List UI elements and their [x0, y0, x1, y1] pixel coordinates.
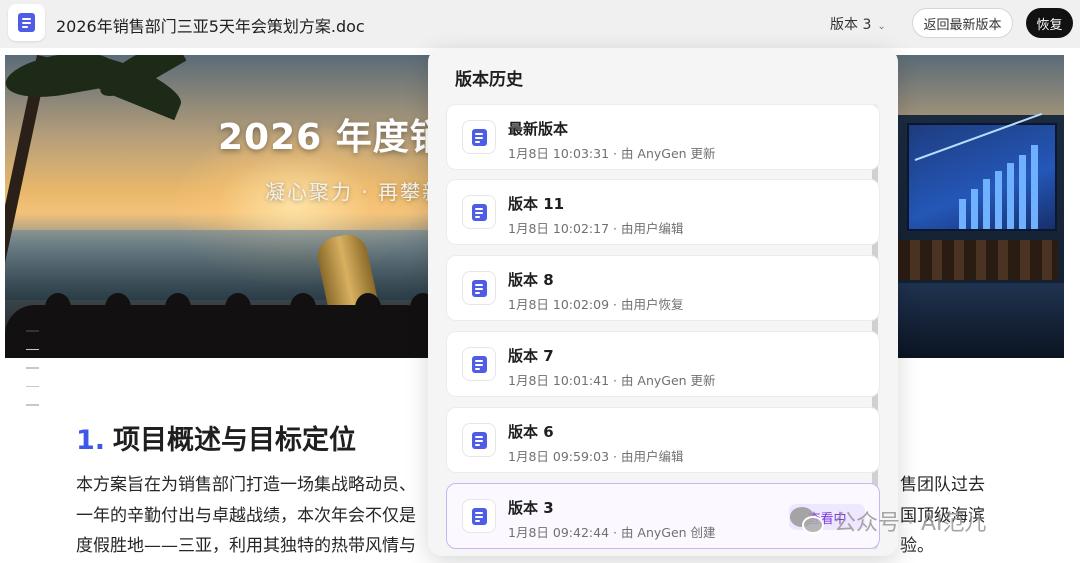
hero-title: 2026 年度销 [218, 117, 447, 158]
version-item[interactable]: 最新版本 1月8日 10:03:31 · 由 AnyGen 更新 [446, 104, 880, 170]
outline-tick[interactable] [26, 385, 39, 387]
paragraph-line: 度假胜地——三亚，利用其独特的热带风情与 [76, 536, 416, 556]
version-history-panel: 版本历史 最新版本 1月8日 10:03:31 · 由 AnyGen 更新 版本… [428, 48, 898, 556]
watermark: 公众号 · AI范儿 [790, 503, 987, 539]
version-name: 版本 7 [508, 347, 554, 365]
document-title: 2026年销售部门三亚5天年会策划方案.doc [56, 17, 365, 36]
version-selector-label: 版本 3 [830, 17, 872, 33]
document-icon [462, 499, 496, 533]
stage-screen [907, 112, 1057, 231]
outline-tick[interactable] [26, 330, 39, 332]
wechat-icon [790, 504, 824, 538]
restore-button[interactable]: 恢复 [1026, 8, 1073, 38]
version-item[interactable]: 版本 7 1月8日 10:01:41 · 由 AnyGen 更新 [446, 331, 880, 397]
return-latest-button[interactable]: 返回最新版本 [912, 8, 1013, 38]
document-icon [462, 271, 496, 305]
document-icon [8, 4, 45, 41]
outline-tick[interactable] [26, 348, 39, 350]
version-name: 最新版本 [508, 120, 569, 138]
section-title: 项目概述与目标定位 [113, 425, 357, 456]
document-icon [462, 120, 496, 154]
version-meta: 1月8日 09:42:44 · 由 AnyGen 创建 [508, 525, 716, 540]
version-item[interactable]: 版本 8 1月8日 10:02:09 · 由用户恢复 [446, 255, 880, 321]
document-icon [462, 347, 496, 381]
outline-tick[interactable] [26, 404, 39, 406]
paragraph-line: 一年的辛勤付出与卓越战绩，本次年会不仅是 [76, 506, 416, 526]
version-name: 版本 3 [508, 499, 554, 517]
version-meta: 1月8日 10:02:17 · 由用户编辑 [508, 221, 684, 236]
version-name: 版本 8 [508, 271, 554, 289]
hero-subtitle: 凝心聚力 · 再攀新 [265, 180, 445, 204]
outline-navigator[interactable] [26, 330, 40, 423]
version-meta: 1月8日 10:01:41 · 由 AnyGen 更新 [508, 373, 716, 388]
watermark-text: 公众号 · AI范儿 [834, 511, 987, 536]
version-meta: 1月8日 10:03:31 · 由 AnyGen 更新 [508, 146, 716, 161]
document-icon [462, 423, 496, 457]
version-meta: 1月8日 09:59:03 · 由用户编辑 [508, 449, 684, 464]
version-meta: 1月8日 10:02:09 · 由用户恢复 [508, 297, 684, 312]
document-icon [462, 195, 496, 229]
paragraph-line: 售团队过去 [900, 475, 985, 495]
top-bar: 2026年销售部门三亚5天年会策划方案.doc 版本 3 ⌄ 返回最新版本 恢复 [0, 0, 1080, 48]
version-history-title: 版本历史 [455, 70, 523, 90]
section-number: 1. [76, 425, 106, 456]
version-name: 版本 11 [508, 195, 565, 213]
version-name: 版本 6 [508, 423, 554, 441]
section-heading: 1. 项目概述与目标定位 [76, 418, 356, 457]
chevron-down-icon: ⌄ [877, 21, 886, 32]
version-selector[interactable]: 版本 3 ⌄ [830, 14, 886, 34]
paragraph-line: 本方案旨在为销售部门打造一场集战略动员、 [76, 475, 416, 495]
outline-tick[interactable] [26, 367, 39, 369]
scrollbar-thumb[interactable] [872, 108, 878, 548]
version-item[interactable]: 版本 6 1月8日 09:59:03 · 由用户编辑 [446, 407, 880, 473]
version-item[interactable]: 版本 11 1月8日 10:02:17 · 由用户编辑 [446, 179, 880, 245]
